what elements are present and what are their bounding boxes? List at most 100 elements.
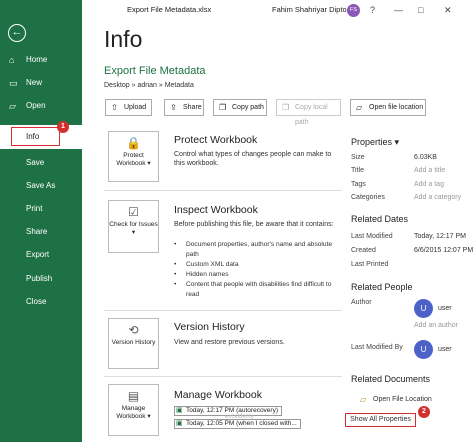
help-icon[interactable]: ? bbox=[370, 0, 375, 20]
button-label: Open file location bbox=[369, 104, 424, 111]
window-title: Export File Metadata.xlsx bbox=[127, 5, 212, 14]
new-doc-icon: ▭ bbox=[9, 78, 18, 88]
modified-by-avatar[interactable]: U bbox=[414, 340, 433, 359]
author-avatar[interactable]: U bbox=[414, 299, 433, 318]
properties-heading[interactable]: Properties ▾ bbox=[351, 137, 399, 148]
inspect-bullets: Document properties, author's name and a… bbox=[174, 240, 338, 300]
prop-title-input[interactable]: Add a title bbox=[414, 167, 445, 174]
date-label: Last Modified bbox=[351, 233, 393, 240]
sidebar-item-share[interactable]: Share bbox=[0, 222, 82, 242]
home-icon: ⌂ bbox=[9, 55, 15, 65]
autosave-version-item[interactable]: ▣ Today, 12:05 PM (when I closed with... bbox=[174, 419, 301, 429]
backstage-sidebar: ← ⌂ Home ▭ New ▱ Open Info Save Save As … bbox=[0, 0, 82, 442]
watermark: exceldemy bbox=[225, 414, 254, 420]
date-value: 6/6/2015 12:07 PM bbox=[414, 247, 474, 254]
show-all-properties-link[interactable]: Show All Properties bbox=[345, 413, 416, 427]
copy-icon: ❐ bbox=[219, 103, 227, 112]
sidebar-item-label: Print bbox=[26, 204, 43, 213]
title-bar: Export File Metadata.xlsx Fahim Shahriya… bbox=[82, 0, 474, 20]
step-badge-2: 2 bbox=[418, 406, 430, 418]
add-author-input[interactable]: Add an author bbox=[414, 322, 458, 329]
sidebar-item-label: Publish bbox=[26, 274, 53, 283]
card-label: Protect Workbook bbox=[116, 152, 146, 167]
prop-label: Categories bbox=[351, 194, 385, 201]
file-title: Export File Metadata bbox=[104, 65, 206, 77]
upload-button[interactable]: ⇧ Upload bbox=[105, 99, 152, 116]
divider bbox=[104, 190, 342, 191]
sidebar-item-save-as[interactable]: Save As bbox=[0, 176, 82, 196]
author-label: Author bbox=[351, 299, 372, 306]
info-highlight-box bbox=[11, 127, 60, 146]
autosave-label: Today, 12:17 PM (autorecovery) bbox=[186, 407, 279, 414]
sidebar-item-open[interactable]: ▱ Open bbox=[0, 96, 82, 116]
list-item: Hidden names bbox=[174, 270, 338, 280]
card-label: Manage Workbook bbox=[116, 405, 146, 420]
modified-by-label: Last Modified By bbox=[351, 344, 403, 351]
folder-icon: ▱ bbox=[360, 395, 367, 404]
sidebar-item-label: Save As bbox=[26, 181, 56, 190]
version-history-button[interactable]: ⟲ Version History bbox=[108, 318, 159, 369]
sidebar-item-close[interactable]: Close bbox=[0, 292, 82, 312]
list-item: Custom XML data bbox=[174, 260, 338, 270]
properties-heading-label: Properties bbox=[351, 137, 393, 147]
sidebar-item-home[interactable]: ⌂ Home bbox=[0, 50, 82, 70]
account-avatar[interactable]: FS bbox=[347, 4, 360, 17]
copy-local-path-button[interactable]: ❐ Copy local path bbox=[276, 99, 341, 126]
modified-by-name[interactable]: user bbox=[438, 346, 452, 353]
step-badge-1: 1 bbox=[57, 121, 69, 133]
divider bbox=[104, 376, 342, 377]
open-file-location-link[interactable]: ▱ Open File Location bbox=[360, 395, 432, 404]
prop-label: Title bbox=[351, 167, 364, 174]
prop-tags-input[interactable]: Add a tag bbox=[414, 181, 444, 188]
folder-icon: ▱ bbox=[356, 103, 363, 112]
sidebar-item-label: Home bbox=[26, 55, 48, 64]
open-file-location-button[interactable]: ▱ Open file location bbox=[350, 99, 426, 116]
inspect-title: Inspect Workbook bbox=[174, 204, 258, 216]
upload-icon: ⇧ bbox=[111, 103, 118, 112]
author-name[interactable]: user bbox=[438, 305, 452, 312]
maximize-icon[interactable]: □ bbox=[418, 0, 423, 20]
prop-size-value: 6.03KB bbox=[414, 154, 437, 161]
date-label: Last Printed bbox=[351, 261, 389, 268]
breadcrumb: Desktop » adnan » Metadata bbox=[104, 82, 194, 89]
share-button[interactable]: ⇪ Share bbox=[164, 99, 204, 116]
folder-icon: ▱ bbox=[9, 101, 16, 111]
sidebar-item-label: New bbox=[26, 78, 43, 87]
prop-categories-input[interactable]: Add a category bbox=[414, 194, 461, 201]
sidebar-item-publish[interactable]: Publish bbox=[0, 269, 82, 289]
sidebar-item-save[interactable]: Save bbox=[0, 153, 82, 173]
sidebar-item-label: Close bbox=[26, 297, 47, 306]
related-people-heading: Related People bbox=[351, 282, 413, 292]
manage-title: Manage Workbook bbox=[174, 389, 262, 401]
excel-file-icon: ▣ bbox=[176, 420, 183, 427]
check-for-issues-button[interactable]: ☑ Check for Issues ▾ bbox=[108, 200, 159, 253]
inspect-desc: Before publishing this file, be aware th… bbox=[174, 221, 334, 228]
date-value: Today, 12:17 PM bbox=[414, 233, 467, 240]
copy-path-button[interactable]: ❐ Copy path bbox=[213, 99, 267, 116]
page-title: Info bbox=[104, 26, 143, 52]
card-label: Check for Issues bbox=[109, 221, 158, 228]
minimize-icon[interactable]: — bbox=[394, 0, 403, 20]
lock-icon: 🔒 bbox=[126, 136, 141, 150]
share-icon: ⇪ bbox=[170, 103, 177, 112]
sidebar-item-new[interactable]: ▭ New bbox=[0, 73, 82, 93]
list-item: Content that people with disabilities fi… bbox=[174, 280, 338, 300]
sidebar-item-print[interactable]: Print bbox=[0, 199, 82, 219]
protect-workbook-button[interactable]: 🔒 Protect Workbook ▾ bbox=[108, 131, 159, 182]
version-desc: View and restore previous versions. bbox=[174, 339, 285, 346]
prop-label: Size bbox=[351, 154, 365, 161]
excel-file-icon: ▣ bbox=[176, 407, 183, 414]
divider bbox=[104, 310, 342, 311]
protect-desc: Control what types of changes people can… bbox=[174, 151, 332, 167]
card-label: Version History bbox=[111, 339, 156, 346]
sidebar-item-label: Share bbox=[26, 227, 48, 236]
account-name[interactable]: Fahim Shahriyar Dipto bbox=[272, 0, 347, 20]
close-icon[interactable]: ✕ bbox=[444, 0, 452, 20]
back-arrow-icon[interactable]: ← bbox=[8, 24, 26, 42]
button-label: Upload bbox=[124, 104, 147, 111]
manage-workbook-button[interactable]: ▤ Manage Workbook ▾ bbox=[108, 384, 159, 436]
sidebar-item-export[interactable]: Export bbox=[0, 245, 82, 265]
link-label: Open File Location bbox=[373, 396, 432, 403]
sidebar-item-label: Save bbox=[26, 158, 45, 167]
date-label: Created bbox=[351, 247, 376, 254]
